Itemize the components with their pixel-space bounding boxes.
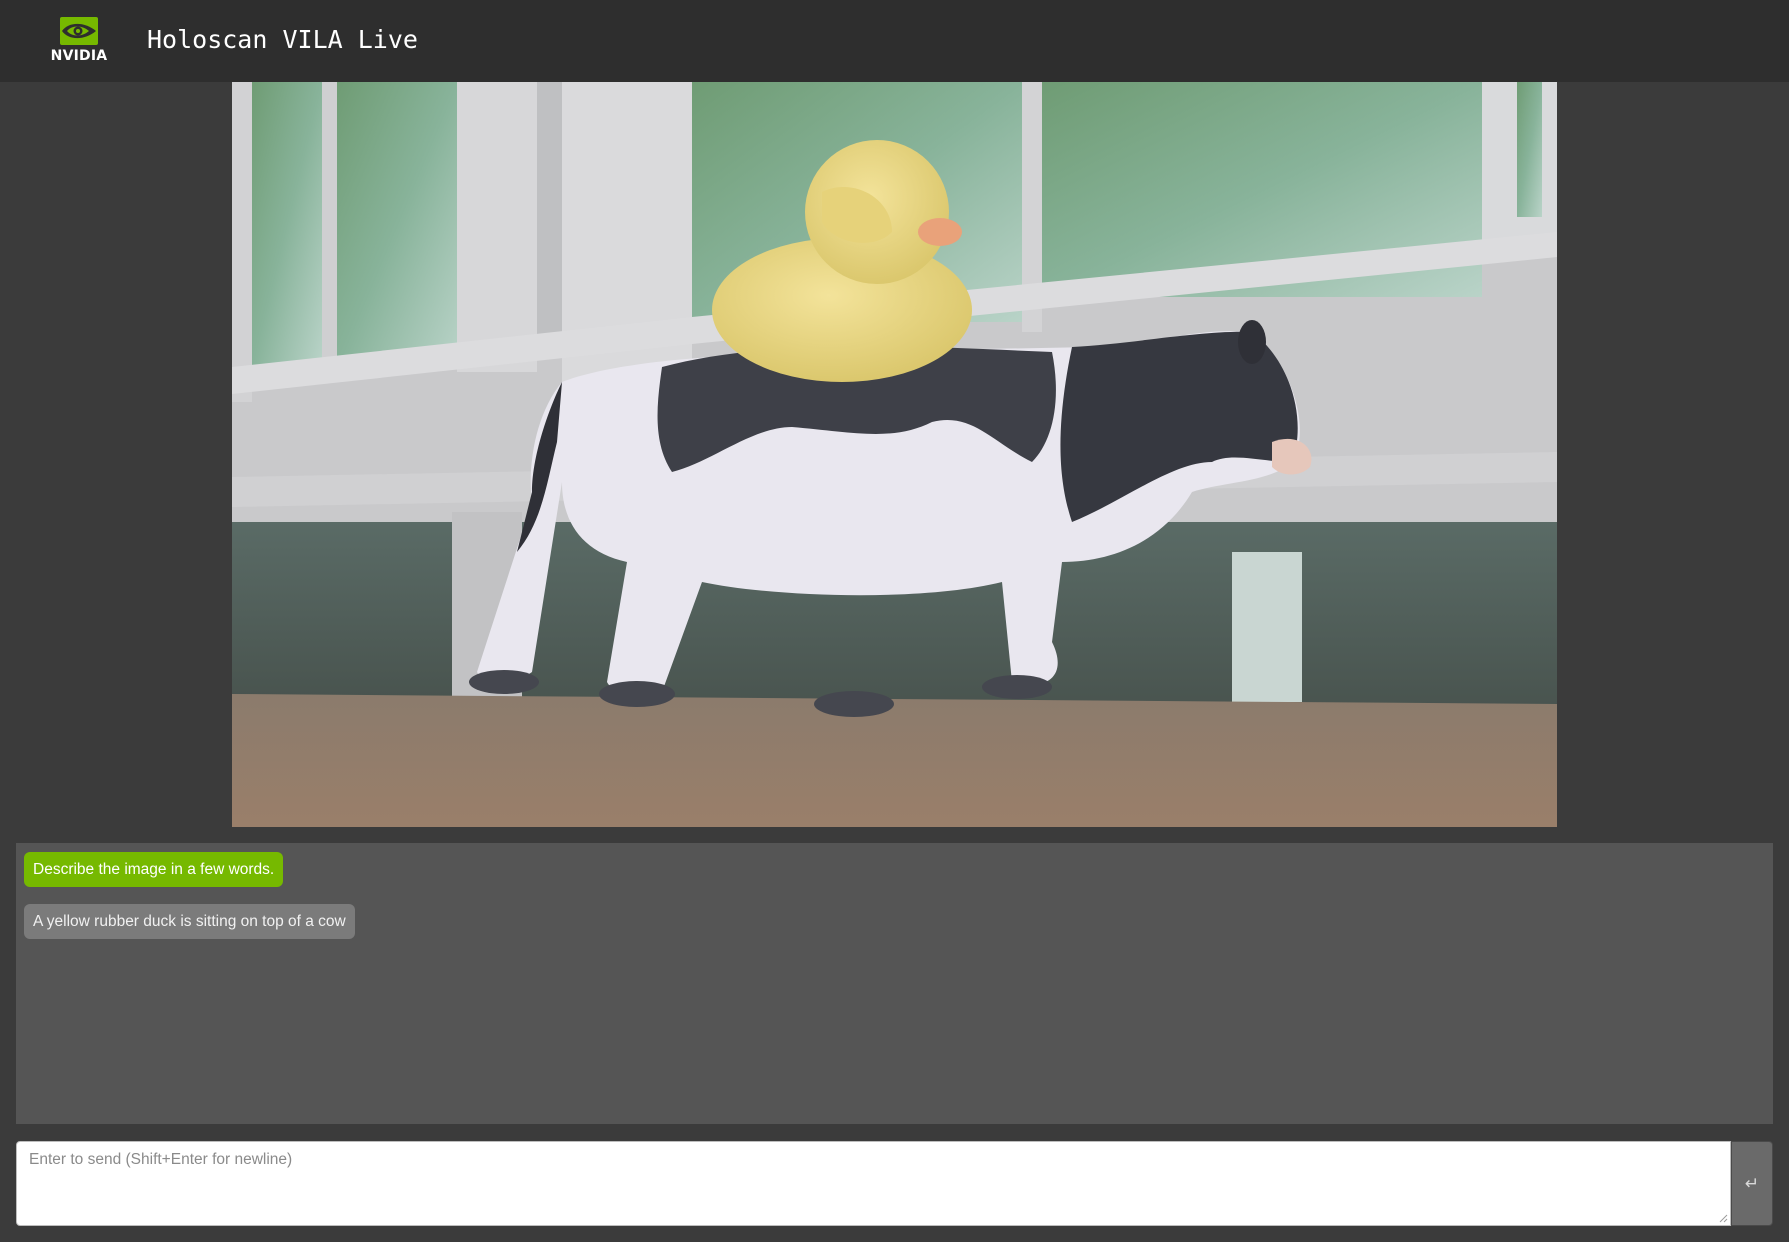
assistant-message: A yellow rubber duck is sitting on top o… bbox=[24, 904, 355, 939]
app-header: NVIDIA Holoscan VILA Live bbox=[0, 0, 1789, 82]
prompt-bar: ↵ bbox=[16, 1141, 1773, 1226]
resize-grip-icon[interactable] bbox=[1718, 1213, 1728, 1223]
prompt-input[interactable] bbox=[16, 1141, 1731, 1226]
brand-wordmark: NVIDIA bbox=[50, 48, 108, 64]
chat-history: Describe the image in a few words. A yel… bbox=[16, 843, 1773, 1124]
live-video-frame bbox=[232, 82, 1557, 827]
page-title: Holoscan VILA Live bbox=[147, 25, 418, 54]
nvidia-logo: NVIDIA bbox=[50, 17, 108, 64]
user-message: Describe the image in a few words. bbox=[24, 852, 284, 887]
return-arrow-icon: ↵ bbox=[1744, 1173, 1760, 1194]
send-button[interactable]: ↵ bbox=[1731, 1141, 1773, 1226]
nvidia-eye-icon bbox=[60, 17, 98, 45]
